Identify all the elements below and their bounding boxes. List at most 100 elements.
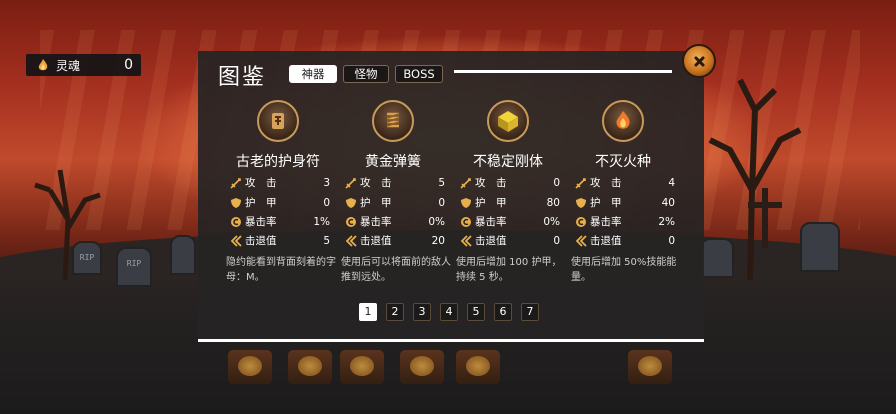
crit-icon (460, 216, 472, 228)
codex-panel: 图鉴 神器 怪物 BOSS 古老的护身符 黄金弹簧 不稳定刚体 不灭火种 攻 击… (198, 51, 704, 342)
soul-label: 灵魂 (56, 58, 81, 73)
stat-row-attack: 攻 击 4 (575, 176, 675, 190)
stat-label: 暴击率 (475, 216, 507, 228)
stat-label: 护 甲 (590, 197, 622, 209)
artifact-description: 使用后增加 100 护甲，持续 5 秒。 (456, 257, 562, 283)
knockback-icon (575, 235, 587, 247)
stat-row-crit: 暴击率 0% (460, 215, 560, 229)
eternal-fire-icon (602, 100, 644, 142)
stat-label: 护 甲 (245, 197, 277, 209)
page-button[interactable]: 5 (467, 303, 485, 321)
stat-value: 0 (323, 197, 330, 209)
shield-icon (345, 197, 357, 209)
stat-value: 20 (431, 235, 445, 247)
stat-row-attack: 攻 击 5 (345, 176, 445, 190)
page-button[interactable]: 3 (413, 303, 431, 321)
stat-label: 暴击率 (360, 216, 392, 228)
stat-row-attack: 攻 击 3 (230, 176, 330, 190)
stat-value: 0 (438, 197, 445, 209)
stat-label: 护 甲 (360, 197, 392, 209)
skill-slot-3[interactable] (340, 350, 384, 384)
page-button[interactable]: 2 (386, 303, 404, 321)
stat-label: 暴击率 (245, 216, 277, 228)
stat-value: 40 (661, 197, 675, 209)
tombstone: RIP (116, 247, 152, 287)
stat-label: 击退值 (360, 235, 392, 247)
panel-title: 图鉴 (218, 65, 267, 90)
sword-icon (345, 177, 357, 189)
tab-artifacts[interactable]: 神器 (289, 65, 337, 83)
crit-icon (345, 216, 357, 228)
knockback-icon (230, 235, 242, 247)
stat-row-armor: 护 甲 80 (460, 196, 560, 210)
stat-label: 攻 击 (245, 177, 277, 189)
stat-row-knockback: 击退值 0 (575, 234, 675, 248)
stat-value: 0% (543, 216, 560, 228)
skill-slot-1[interactable] (228, 350, 272, 384)
artifact-description: 使用后增加 50%技能能量。 (571, 257, 677, 283)
artifact-name: 不稳定刚体 (473, 154, 543, 170)
tombstone: RIP (72, 241, 102, 275)
stat-label: 攻 击 (475, 177, 507, 189)
stat-value: 1% (313, 216, 330, 228)
stat-label: 攻 击 (590, 177, 622, 189)
stat-value: 0 (668, 235, 675, 247)
stat-value: 0 (553, 177, 560, 189)
skill-slot-4[interactable] (400, 350, 444, 384)
page-button[interactable]: 6 (494, 303, 512, 321)
page-button[interactable]: 1 (359, 303, 377, 321)
grave-cross (762, 188, 768, 248)
crystal-cube-icon (487, 100, 529, 142)
page-button[interactable]: 7 (521, 303, 539, 321)
stat-value: 4 (668, 177, 675, 189)
page-button[interactable]: 4 (440, 303, 458, 321)
tab-underline (454, 70, 672, 73)
knockback-icon (345, 235, 357, 247)
skill-slot-2[interactable] (288, 350, 332, 384)
stat-value: 0% (428, 216, 445, 228)
stat-value: 3 (323, 177, 330, 189)
stat-row-armor: 护 甲 0 (230, 196, 330, 210)
stat-row-knockback: 击退值 20 (345, 234, 445, 248)
pagination: 1 2 3 4 5 6 7 (359, 303, 539, 321)
tombstone (700, 238, 734, 278)
artifact-description: 使用后可以将面前的敌人推到远处。 (341, 257, 451, 283)
shield-icon (460, 197, 472, 209)
tombstone (170, 235, 196, 275)
soul-counter: 灵魂 0 (26, 54, 141, 76)
stat-row-armor: 护 甲 0 (345, 196, 445, 210)
amulet-icon (257, 100, 299, 142)
tombstone (800, 222, 840, 272)
stat-row-knockback: 击退值 0 (460, 234, 560, 248)
stat-label: 击退值 (245, 235, 277, 247)
stat-value: 80 (546, 197, 560, 209)
crit-icon (230, 216, 242, 228)
spring-icon (372, 100, 414, 142)
tab-monsters[interactable]: 怪物 (343, 65, 389, 83)
settings-gear-slot[interactable] (628, 350, 672, 384)
sword-icon (230, 177, 242, 189)
shield-icon (575, 197, 587, 209)
stat-row-crit: 暴击率 0% (345, 215, 445, 229)
crit-icon (575, 216, 587, 228)
stat-row-armor: 护 甲 40 (575, 196, 675, 210)
stat-row-crit: 暴击率 2% (575, 215, 675, 229)
artifact-name: 黄金弹簧 (365, 154, 421, 170)
stat-value: 5 (323, 235, 330, 247)
artifact-name: 不灭火种 (595, 154, 651, 170)
panel-bottom-line (198, 339, 704, 342)
stat-row-crit: 暴击率 1% (230, 215, 330, 229)
stat-value: 5 (438, 177, 445, 189)
tab-boss[interactable]: BOSS (395, 65, 443, 83)
flame-icon (38, 59, 48, 71)
artifact-name: 古老的护身符 (236, 154, 320, 170)
stat-value: 0 (553, 235, 560, 247)
stat-label: 攻 击 (360, 177, 392, 189)
skill-slot-5[interactable] (456, 350, 500, 384)
sword-icon (460, 177, 472, 189)
stat-row-attack: 攻 击 0 (460, 176, 560, 190)
close-x-icon[interactable] (682, 44, 716, 78)
knockback-icon (460, 235, 472, 247)
stat-value: 2% (658, 216, 675, 228)
stat-label: 击退值 (475, 235, 507, 247)
